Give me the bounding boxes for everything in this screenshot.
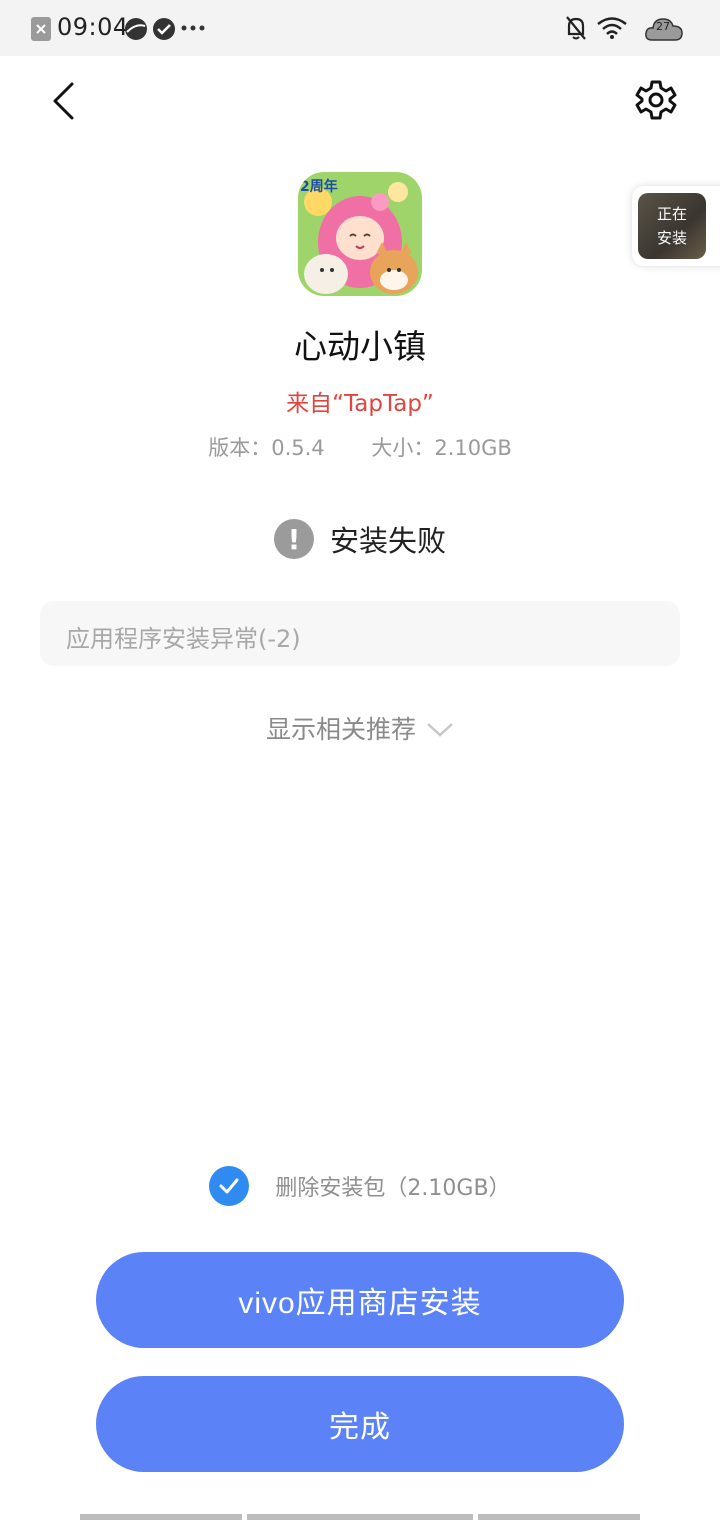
- app-icon: 2周年: [298, 172, 422, 296]
- installing-thumbnail: 正在 安装: [638, 193, 706, 259]
- nav-bar-segment-left[interactable]: [80, 1514, 242, 1520]
- nav-bar-segment-right[interactable]: [478, 1514, 640, 1520]
- status-bar: 09:04 27: [0, 0, 720, 56]
- bell-off-icon: [566, 16, 586, 40]
- app-notification-icon: [31, 17, 51, 41]
- clock: 09:04: [57, 13, 129, 41]
- error-message-box: 应用程序安装异常(-2): [40, 601, 680, 666]
- installing-label-line1: 正在: [656, 205, 687, 223]
- installing-floating-widget[interactable]: 正在 安装: [632, 186, 720, 266]
- install-status: ! 安装失败: [0, 518, 720, 560]
- wifi-icon: [597, 17, 627, 39]
- checkmark-icon: [219, 1178, 239, 1194]
- warning-icon: !: [273, 519, 314, 559]
- app-meta: 版本：0.5.4 大小：2.10GB: [0, 432, 720, 462]
- app-source: 来自“TapTap”: [286, 391, 434, 417]
- more-dots-icon: [181, 25, 205, 31]
- app-name: 心动小镇: [294, 327, 426, 366]
- error-message: 应用程序安装异常(-2): [66, 625, 301, 653]
- browser-icon: [125, 18, 147, 40]
- delete-package-label: 删除安装包（2.10GB）: [275, 1176, 511, 1201]
- cloud-weather-icon: 27: [644, 14, 684, 42]
- show-recommendations-toggle[interactable]: 显示相关推荐: [0, 710, 720, 746]
- check-icon: [153, 18, 175, 40]
- chevron-down-icon: [427, 723, 453, 737]
- install-status-text: 安装失败: [329, 524, 446, 558]
- installing-label-line2: 安装: [656, 229, 687, 247]
- app-size: 大小：2.10GB: [371, 436, 512, 460]
- back-button[interactable]: [40, 76, 90, 126]
- delete-package-checkbox[interactable]: [209, 1166, 250, 1206]
- done-button[interactable]: 完成: [96, 1376, 624, 1472]
- nav-bar-segment-middle[interactable]: [247, 1514, 473, 1520]
- settings-gear-icon[interactable]: [630, 74, 682, 126]
- app-version: 版本：0.5.4: [208, 436, 325, 460]
- delete-package-option[interactable]: 删除安装包（2.10GB）: [0, 1166, 720, 1206]
- vivo-store-install-button[interactable]: vivo应用商店安装: [96, 1252, 624, 1348]
- weather-temp: 27: [656, 20, 670, 33]
- recommend-label: 显示相关推荐: [265, 715, 416, 744]
- anniversary-badge: 2周年: [300, 179, 338, 195]
